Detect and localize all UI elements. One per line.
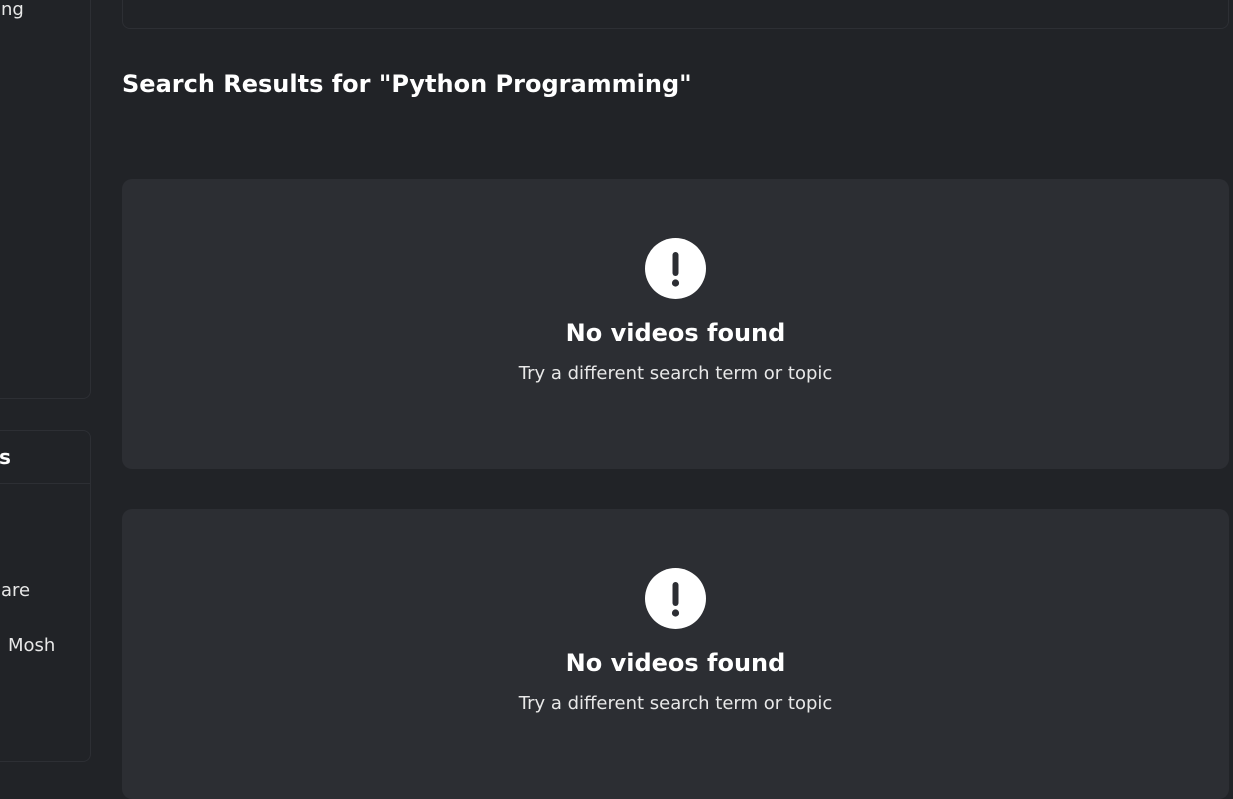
page-title: Search Results for "Python Programming" — [122, 70, 692, 98]
alert-circle-icon — [645, 568, 706, 629]
sidebar-section-title: s — [0, 445, 11, 469]
empty-state-subtitle: Try a different search term or topic — [518, 363, 833, 384]
sidebar-top-text[interactable]: ng — [1, 0, 24, 20]
empty-state-card: No videos found Try a different search t… — [122, 509, 1229, 799]
alert-circle-icon — [645, 238, 706, 299]
empty-state-title: No videos found — [565, 319, 786, 347]
sidebar-item[interactable]: Mosh — [8, 635, 55, 656]
empty-state-card: No videos found Try a different search t… — [122, 179, 1229, 469]
top-panel — [122, 0, 1229, 29]
empty-state-title: No videos found — [565, 649, 786, 677]
sidebar-item[interactable]: are — [1, 580, 30, 601]
sidebar-section-header: s — [0, 431, 90, 484]
sidebar-panel-top: ng — [0, 0, 91, 399]
empty-state-subtitle: Try a different search term or topic — [518, 693, 833, 714]
sidebar-panel-bottom: s are Mosh — [0, 430, 91, 762]
